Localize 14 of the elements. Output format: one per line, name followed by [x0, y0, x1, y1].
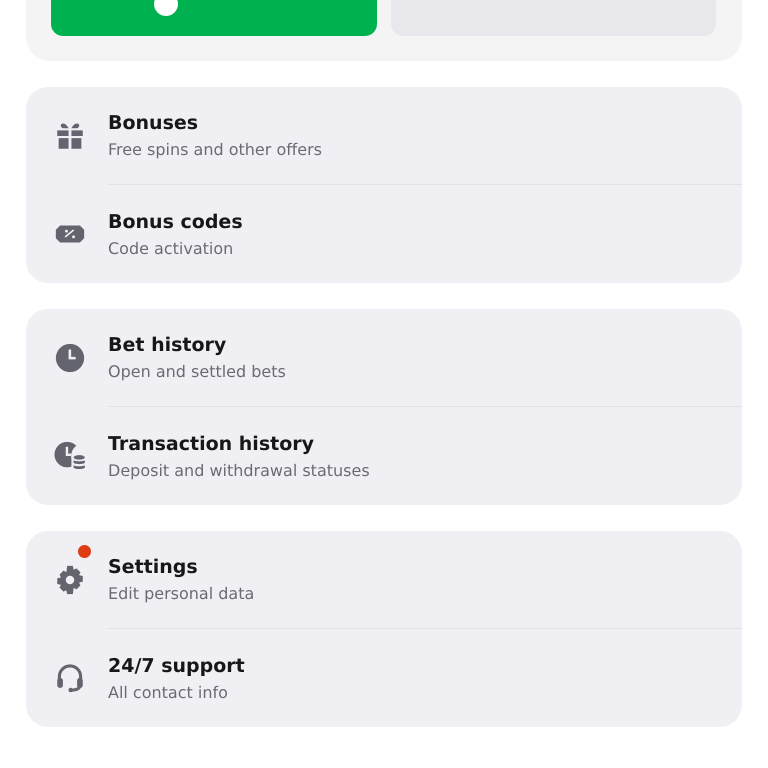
menu-item-subtitle: All contact info [108, 682, 229, 702]
menu-item-subtitle: Open and settled bets [108, 362, 287, 381]
menu-item-subtitle: Edit personal data [108, 584, 256, 603]
menu-item-title[interactable]: Bonus codes [108, 210, 742, 232]
menu-item-title[interactable]: Transaction history [108, 432, 742, 454]
deposit-button[interactable] [51, 0, 376, 36]
menu-item-title[interactable]: Settings [108, 556, 742, 578]
clock-icon [53, 341, 87, 375]
menu-item-title[interactable]: 24/7 support [108, 654, 742, 676]
menu-item-subtitle: Code activation [108, 238, 234, 258]
menu-item-subtitle: Deposit and withdrawal statuses [108, 460, 371, 480]
menu-item-title[interactable]: Bonuses [108, 112, 742, 134]
menu-item-title[interactable]: Bet history [108, 334, 742, 356]
menu-item-subtitle: Free spins and other offers [108, 140, 324, 159]
